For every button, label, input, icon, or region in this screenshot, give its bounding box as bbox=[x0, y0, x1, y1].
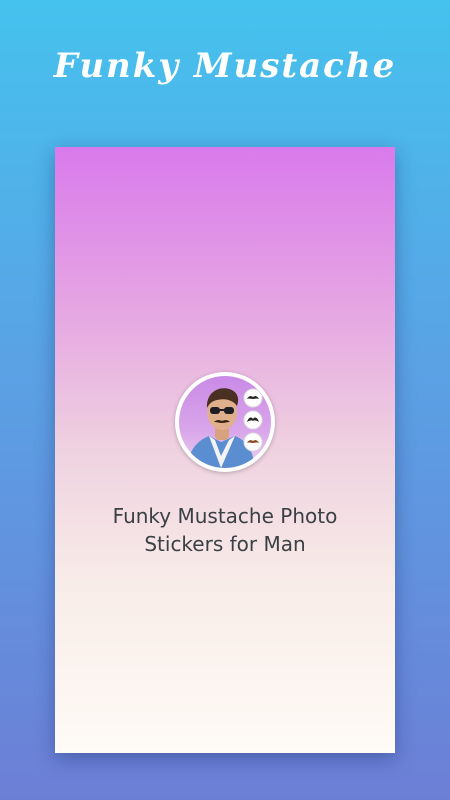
app-title-line-1: Funky Mustache Photo bbox=[112, 504, 338, 528]
man-with-mustache-icon bbox=[187, 388, 263, 468]
logo-photo bbox=[179, 376, 271, 468]
app-title: Funky Mustache Photo Stickers for Man bbox=[55, 502, 395, 558]
splash-card: Funky Mustache Photo Stickers for Man bbox=[55, 147, 395, 753]
app-title-line-2: Stickers for Man bbox=[144, 532, 306, 556]
promo-title: Funky Mustache bbox=[53, 46, 397, 86]
app-logo-icon bbox=[175, 372, 275, 472]
